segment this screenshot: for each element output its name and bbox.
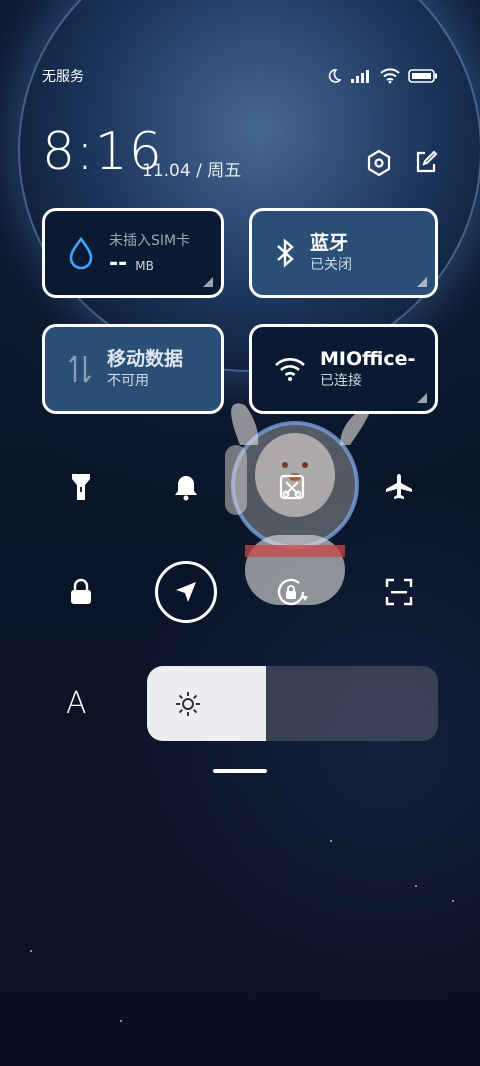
airplane-toggle[interactable] — [375, 463, 423, 511]
rotation-lock-toggle[interactable] — [268, 568, 316, 616]
wifi-status: 已连接 — [320, 373, 362, 389]
expand-corner-icon — [203, 277, 213, 287]
wifi-tile[interactable]: MIOffice- 已连接 — [249, 324, 438, 414]
ring-toggle[interactable] — [162, 463, 210, 511]
moon-icon — [328, 69, 342, 83]
scan-toggle[interactable] — [375, 568, 423, 616]
mobile-data-status: 不可用 — [107, 373, 149, 389]
auto-brightness-label[interactable]: A — [66, 686, 87, 721]
brightness-fill — [147, 666, 267, 741]
screenshot-toggle[interactable] — [268, 463, 316, 511]
lock-screen-toggle[interactable] — [57, 568, 105, 616]
water-drop-icon — [69, 236, 93, 270]
battery-icon — [408, 69, 437, 83]
bell-icon — [175, 476, 197, 501]
airplane-icon — [386, 474, 412, 499]
location-icon — [176, 582, 196, 602]
settings-hex-icon[interactable] — [366, 149, 392, 177]
data-usage-unit: MB — [135, 258, 154, 273]
status-bar: 无服务 — [42, 64, 438, 88]
flashlight-icon — [72, 474, 90, 500]
sun-icon — [176, 692, 200, 716]
rotation-lock-icon — [277, 578, 308, 606]
data-usage-tile[interactable]: 未插入SIM卡 -- MB — [42, 208, 224, 298]
mobile-data-title: 移动数据 — [107, 348, 184, 370]
brightness-slider[interactable] — [147, 666, 438, 741]
arrows-updown-icon — [69, 355, 91, 383]
gesture-handle[interactable] — [213, 769, 267, 773]
data-usage-value: -- — [109, 250, 128, 276]
location-toggle[interactable] — [155, 561, 217, 623]
lock-icon — [71, 578, 91, 604]
screenshot-icon — [279, 474, 305, 500]
mobile-data-tile[interactable]: 移动数据 不可用 — [42, 324, 224, 414]
bluetooth-status: 已关闭 — [310, 257, 352, 273]
wifi-icon — [275, 358, 305, 381]
wifi-icon — [380, 68, 400, 84]
expand-corner-icon — [417, 393, 427, 403]
bluetooth-icon — [277, 238, 294, 268]
scan-icon — [385, 578, 413, 606]
carrier-label: 无服务 — [42, 69, 84, 85]
flashlight-toggle[interactable] — [57, 463, 105, 511]
edit-icon[interactable] — [414, 149, 438, 175]
date-label: 11.04 / 周五 — [142, 161, 242, 181]
wifi-title: MIOffice- — [320, 348, 416, 370]
signal-icon — [351, 70, 369, 83]
bluetooth-title: 蓝牙 — [310, 232, 349, 254]
expand-corner-icon — [417, 277, 427, 287]
bluetooth-tile[interactable]: 蓝牙 已关闭 — [249, 208, 438, 298]
data-usage-title: 未插入SIM卡 — [109, 232, 191, 249]
wallpaper-planet — [20, 0, 480, 370]
